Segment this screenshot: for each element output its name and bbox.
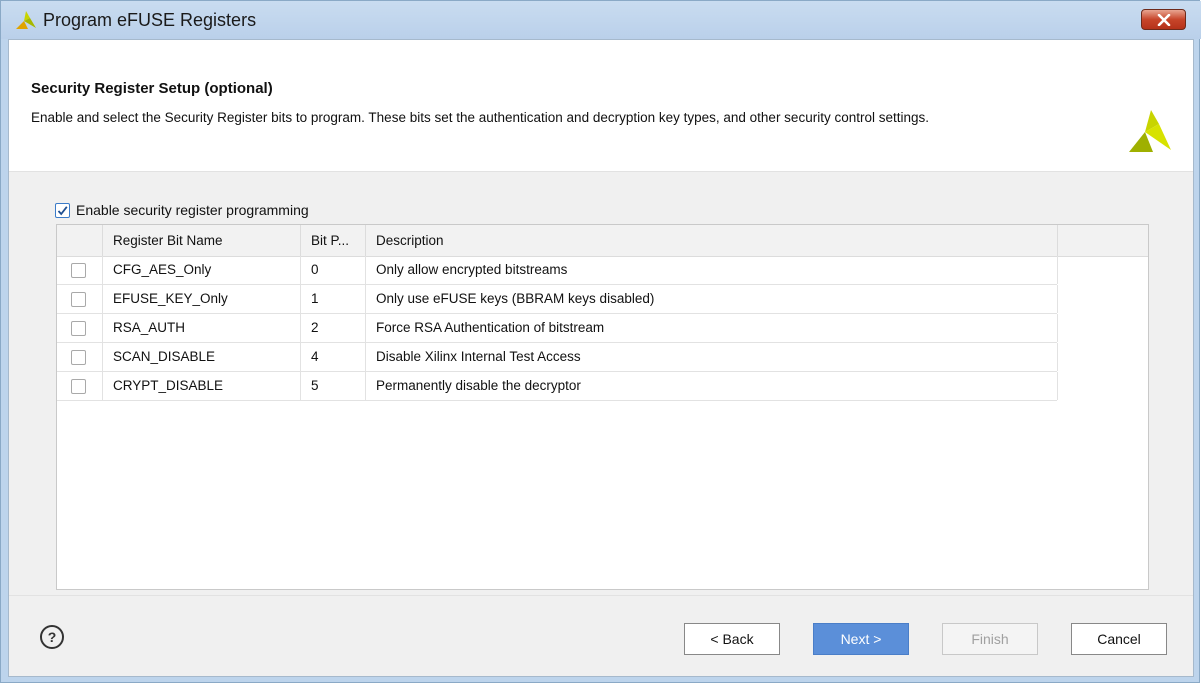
register-bit-name: SCAN_DISABLE [103,343,301,371]
row-checkbox[interactable] [71,292,86,307]
bit-description: Disable Xilinx Internal Test Access [366,343,1058,371]
row-checkbox-cell [57,372,103,400]
bit-description: Only allow encrypted bitstreams [366,256,1058,284]
checkmark-icon [57,205,68,215]
table-header: Register Bit Name Bit P... Description [57,225,1148,257]
page-description: Enable and select the Security Register … [31,110,929,125]
row-checkbox[interactable] [71,379,86,394]
page-title: Security Register Setup (optional) [31,80,273,97]
table-row[interactable]: CRYPT_DISABLE 5 Permanently disable the … [57,372,1058,401]
close-icon [1157,13,1170,26]
dialog-body: Security Register Setup (optional) Enabl… [8,39,1194,677]
table-row[interactable]: SCAN_DISABLE 4 Disable Xilinx Internal T… [57,343,1058,372]
table-row[interactable]: EFUSE_KEY_Only 1 Only use eFUSE keys (BB… [57,285,1058,314]
enable-security-checkbox[interactable] [55,202,70,218]
finish-button[interactable]: Finish [942,623,1038,655]
window-title: Program eFUSE Registers [43,10,257,30]
xilinx-logo-icon [16,11,36,29]
dialog-window: Program eFUSE Registers Security Registe… [0,0,1201,683]
bit-position: 0 [301,256,366,284]
row-checkbox-cell [57,256,103,284]
bit-position: 1 [301,285,366,313]
row-checkbox-cell [57,343,103,371]
bit-description: Only use eFUSE keys (BBRAM keys disabled… [366,285,1058,313]
register-bit-name: CFG_AES_Only [103,256,301,284]
table-row[interactable]: RSA_AUTH 2 Force RSA Authentication of b… [57,314,1058,343]
bit-position: 4 [301,343,366,371]
column-header-description[interactable]: Description [366,225,1058,256]
cancel-button[interactable]: Cancel [1071,623,1167,655]
register-bit-name: EFUSE_KEY_Only [103,285,301,313]
column-header-bit-position[interactable]: Bit P... [301,225,366,256]
wizard-header: Security Register Setup (optional) Enabl… [9,40,1193,172]
back-button[interactable]: < Back [684,623,780,655]
enable-security-row: Enable security register programming [55,202,309,218]
bit-description: Permanently disable the decryptor [366,372,1058,400]
xilinx-logo-icon [1129,110,1171,152]
register-bit-name: RSA_AUTH [103,314,301,342]
row-checkbox-cell [57,285,103,313]
next-button[interactable]: Next > [813,623,909,655]
close-button[interactable] [1141,9,1186,30]
bit-position: 2 [301,314,366,342]
row-checkbox[interactable] [71,350,86,365]
row-checkbox-cell [57,314,103,342]
column-header-register-bit-name[interactable]: Register Bit Name [103,225,301,256]
register-bit-name: CRYPT_DISABLE [103,372,301,400]
checkbox-column-header[interactable] [57,225,103,256]
footer-divider [9,595,1193,596]
bit-position: 5 [301,372,366,400]
title-bar: Program eFUSE Registers [1,1,1201,39]
bit-description: Force RSA Authentication of bitstream [366,314,1058,342]
row-checkbox[interactable] [71,321,86,336]
row-checkbox[interactable] [71,263,86,278]
register-bits-table: Register Bit Name Bit P... Description C… [56,224,1149,590]
enable-security-label: Enable security register programming [76,202,309,218]
table-row[interactable]: CFG_AES_Only 0 Only allow encrypted bits… [57,256,1058,285]
help-icon[interactable]: ? [40,625,64,649]
